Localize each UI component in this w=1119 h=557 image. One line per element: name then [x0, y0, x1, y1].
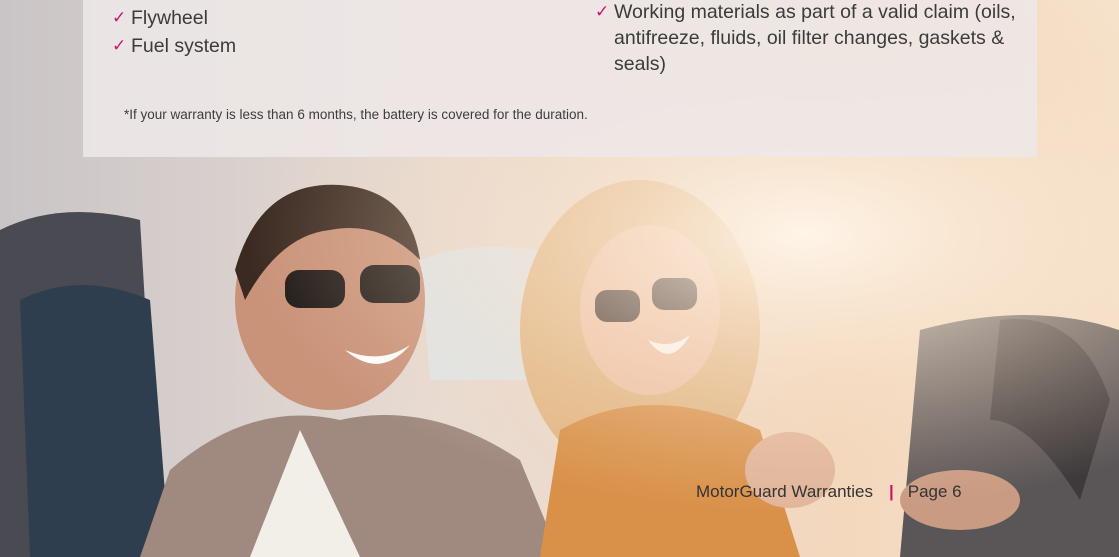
coverage-item-label: Fuel system	[131, 35, 237, 57]
footer-brand: MotorGuard Warranties	[696, 482, 873, 501]
footer-separator: |	[888, 482, 894, 501]
battery-footnote: *If your warranty is less than 6 months,…	[124, 107, 588, 122]
list-item: ✓ Fuel system	[112, 33, 236, 59]
list-item: ✓ Flywheel	[112, 5, 236, 31]
coverage-item-label: Working materials as part of a valid cla…	[614, 1, 1016, 75]
coverage-list-right: ✓ Working materials as part of a valid c…	[595, 0, 1024, 77]
page-footer: MotorGuard Warranties | Page 6	[696, 482, 962, 502]
list-item: ✓ Working materials as part of a valid c…	[595, 0, 1024, 77]
coverage-list-left: ✓ Flywheel ✓ Fuel system	[112, 0, 236, 61]
page-number: Page 6	[907, 482, 962, 501]
check-icon: ✓	[595, 2, 610, 21]
check-icon: ✓	[112, 36, 127, 55]
coverage-item-label: Flywheel	[131, 7, 208, 29]
check-icon: ✓	[112, 8, 127, 27]
